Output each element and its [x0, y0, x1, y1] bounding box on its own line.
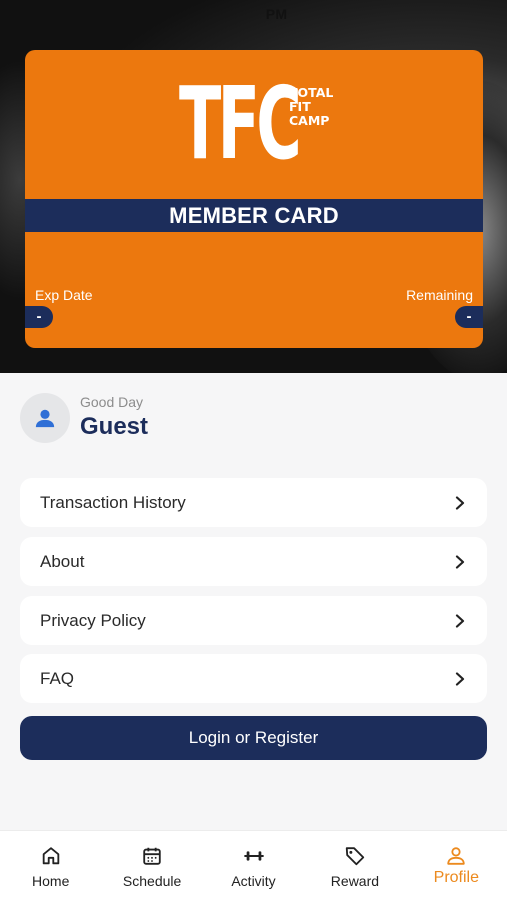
logo-sub-fit: FIT: [289, 99, 311, 114]
tfc-logo: TFC TOTAL FIT CAMP: [179, 68, 339, 180]
user-icon: [447, 847, 466, 865]
user-icon: [35, 409, 55, 428]
chevron-right-icon: [455, 613, 465, 628]
tab-profile[interactable]: Profile: [406, 831, 507, 900]
tab-label: Activity: [231, 873, 276, 889]
menu-item-faq[interactable]: FAQ: [20, 654, 487, 703]
tab-label: Schedule: [122, 873, 182, 889]
tab-label: Reward: [330, 873, 380, 889]
menu-item-label: Transaction History: [40, 492, 186, 512]
chevron-right-icon: [455, 495, 465, 510]
tag-icon: [345, 847, 365, 866]
menu-item-about[interactable]: About: [20, 537, 487, 586]
tab-home[interactable]: Home: [0, 831, 101, 900]
logo-subtext: TOTAL FIT CAMP: [289, 86, 333, 128]
remaining-value: -: [455, 306, 483, 328]
logo-sub-total: TOTAL: [289, 85, 334, 100]
logo-sub-camp: CAMP: [289, 113, 330, 128]
tab-reward[interactable]: Reward: [304, 831, 405, 900]
calendar-icon: [143, 847, 161, 865]
menu-item-label: About: [40, 551, 85, 571]
header-background: PM TFC TOTAL FIT CAMP MEMBER CARD Exp Da…: [0, 0, 507, 373]
menu-item-privacy-policy[interactable]: Privacy Policy: [20, 596, 487, 645]
chevron-right-icon: [455, 671, 465, 686]
remaining-label: Remaining: [406, 287, 473, 303]
logo-letters: TFC: [179, 65, 302, 182]
home-icon: [42, 847, 59, 865]
menu-item-transaction-history[interactable]: Transaction History: [20, 478, 487, 527]
status-bar-time: PM: [265, 6, 288, 22]
member-card[interactable]: TFC TOTAL FIT CAMP MEMBER CARD Exp Date …: [25, 50, 483, 348]
greeting-subtitle: Good Day: [80, 394, 144, 410]
chevron-right-icon: [455, 554, 465, 569]
menu-item-label: FAQ: [40, 668, 75, 688]
exp-date-value: -: [25, 306, 53, 328]
login-register-button[interactable]: Login or Register: [20, 716, 487, 760]
greeting-name: Guest: [80, 413, 149, 440]
bottom-tab-bar: Home Schedule Activity Reward Profile: [0, 830, 507, 900]
tab-label: Profile: [433, 869, 479, 886]
menu-item-label: Privacy Policy: [40, 610, 146, 630]
dumbbell-icon: [243, 851, 264, 861]
tab-activity[interactable]: Activity: [203, 831, 304, 900]
avatar[interactable]: [20, 393, 70, 443]
tab-schedule[interactable]: Schedule: [101, 831, 202, 900]
exp-date-label: Exp Date: [35, 287, 93, 303]
tab-label: Home: [32, 873, 70, 889]
member-card-title: MEMBER CARD: [25, 199, 483, 232]
